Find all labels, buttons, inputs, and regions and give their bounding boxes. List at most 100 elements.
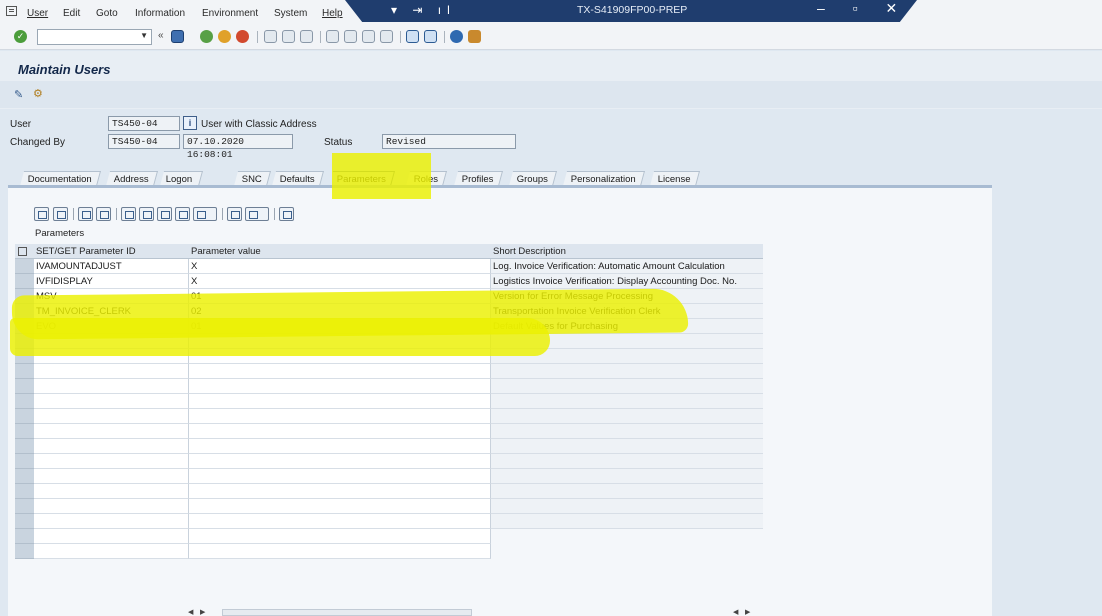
parameter-value-cell[interactable]: [189, 424, 491, 439]
parameter-id-cell[interactable]: IVFIDISPLAY: [34, 274, 189, 289]
menu-help[interactable]: Help: [322, 8, 343, 19]
filter-icon[interactable]: [193, 207, 217, 221]
parameter-value-cell[interactable]: [189, 454, 491, 469]
sort-descending-icon[interactable]: [139, 207, 154, 221]
first-page-icon[interactable]: [326, 30, 339, 43]
shortcut-icon[interactable]: [424, 30, 437, 43]
export-icon[interactable]: [245, 207, 269, 221]
empty-row[interactable]: [15, 409, 763, 424]
column-header-parameter-id[interactable]: SET/GET Parameter ID: [36, 246, 136, 257]
tab-defaults[interactable]: Defaults: [271, 171, 324, 186]
row-selector[interactable]: [15, 274, 34, 289]
customize-layout-icon[interactable]: [468, 30, 481, 43]
table-row[interactable]: IVFIDISPLAY X Logistics Invoice Verifica…: [15, 274, 763, 289]
tab-snc[interactable]: SNC: [233, 171, 272, 186]
display-change-icon[interactable]: ✎: [14, 88, 28, 101]
back-icon[interactable]: [200, 30, 213, 43]
parameter-id-cell[interactable]: EVO: [34, 319, 189, 334]
parameter-value-cell[interactable]: 02: [189, 304, 491, 319]
scroll-left-icon[interactable]: ◀: [188, 608, 198, 616]
parameter-id-cell[interactable]: [34, 454, 189, 469]
chevron-down-icon[interactable]: ▼: [140, 31, 148, 40]
row-selector[interactable]: [15, 394, 34, 409]
row-selector[interactable]: [15, 499, 34, 514]
empty-row[interactable]: [15, 394, 763, 409]
print-grid-icon[interactable]: [227, 207, 242, 221]
row-selector[interactable]: [15, 319, 34, 334]
empty-row[interactable]: [15, 514, 763, 529]
parameter-id-cell[interactable]: [34, 529, 189, 544]
parameter-value-cell[interactable]: [189, 514, 491, 529]
other-user-icon[interactable]: ⚙: [33, 87, 47, 100]
tab-parameters[interactable]: Parameters: [328, 171, 396, 186]
row-selector[interactable]: [15, 544, 34, 559]
parameter-id-cell[interactable]: [34, 424, 189, 439]
window-nav-icons[interactable]: ▾ ⇥ ıl: [391, 3, 456, 17]
cancel-icon[interactable]: [236, 30, 249, 43]
parameter-value-cell[interactable]: [189, 529, 491, 544]
menu-goto[interactable]: Goto: [96, 8, 118, 19]
column-header-parameter-value[interactable]: Parameter value: [191, 246, 261, 257]
empty-row[interactable]: [15, 424, 763, 439]
tab-logon-data[interactable]: Logon Data: [159, 171, 204, 200]
row-selector[interactable]: [15, 334, 34, 349]
scroll-right-icon[interactable]: ▶: [200, 608, 210, 616]
tab-groups[interactable]: Groups: [508, 171, 558, 186]
parameter-id-cell[interactable]: [34, 514, 189, 529]
parameter-value-cell[interactable]: [189, 349, 491, 364]
help-icon[interactable]: [450, 30, 463, 43]
collapse-icon[interactable]: «: [158, 30, 164, 41]
copy-icon[interactable]: [78, 207, 93, 221]
parameter-value-cell[interactable]: [189, 499, 491, 514]
exit-icon[interactable]: [218, 30, 231, 43]
layout-icon[interactable]: [279, 207, 294, 221]
empty-row[interactable]: [15, 484, 763, 499]
tab-address[interactable]: Address: [105, 171, 158, 186]
tab-documentation[interactable]: Documentation: [19, 171, 101, 186]
tab-roles[interactable]: Roles: [405, 171, 448, 186]
menu-edit[interactable]: Edit: [63, 8, 80, 19]
row-selector[interactable]: [15, 364, 34, 379]
tab-profiles[interactable]: Profiles: [453, 171, 503, 186]
select-all-icon[interactable]: [15, 244, 34, 259]
parameter-value-cell[interactable]: [189, 394, 491, 409]
menu-environment[interactable]: Environment: [202, 8, 258, 19]
parameter-id-cell[interactable]: [34, 484, 189, 499]
parameter-value-cell[interactable]: [189, 544, 491, 559]
parameter-id-cell[interactable]: [34, 544, 189, 559]
empty-row[interactable]: [15, 529, 763, 544]
parameter-value-cell[interactable]: [189, 409, 491, 424]
empty-row[interactable]: [15, 334, 763, 349]
row-selector[interactable]: [15, 259, 34, 274]
enter-icon[interactable]: ✓: [14, 30, 27, 43]
row-selector[interactable]: [15, 424, 34, 439]
parameter-value-cell[interactable]: 01: [189, 319, 491, 334]
tab-license[interactable]: License: [649, 171, 700, 186]
empty-row[interactable]: [15, 349, 763, 364]
row-selector[interactable]: [15, 349, 34, 364]
empty-row[interactable]: [15, 364, 763, 379]
empty-row[interactable]: [15, 544, 763, 559]
horizontal-scrollbar[interactable]: ◀ ▶ ◀ ▶: [188, 608, 758, 616]
row-selector[interactable]: [15, 379, 34, 394]
parameter-value-cell[interactable]: [189, 379, 491, 394]
scroll-right-icon[interactable]: ▶: [745, 608, 755, 616]
paste-icon[interactable]: [96, 207, 111, 221]
parameter-id-cell[interactable]: [34, 334, 189, 349]
row-selector[interactable]: [15, 304, 34, 319]
scroll-left-icon[interactable]: ◀: [733, 608, 743, 616]
row-selector[interactable]: [15, 439, 34, 454]
details-icon[interactable]: [34, 207, 49, 221]
row-selector[interactable]: [15, 514, 34, 529]
table-row[interactable]: MSV 01 Version for Error Message Process…: [15, 289, 763, 304]
window-controls[interactable]: – ▫ ✕: [817, 0, 909, 17]
info-icon[interactable]: i: [183, 116, 197, 130]
row-selector[interactable]: [15, 289, 34, 304]
last-page-icon[interactable]: [380, 30, 393, 43]
row-selector[interactable]: [15, 529, 34, 544]
parameter-id-cell[interactable]: [34, 349, 189, 364]
table-row[interactable]: IVAMOUNTADJUST X Log. Invoice Verificati…: [15, 259, 763, 274]
refresh-icon[interactable]: [53, 207, 68, 221]
menu-system[interactable]: System: [274, 8, 307, 19]
empty-row[interactable]: [15, 469, 763, 484]
